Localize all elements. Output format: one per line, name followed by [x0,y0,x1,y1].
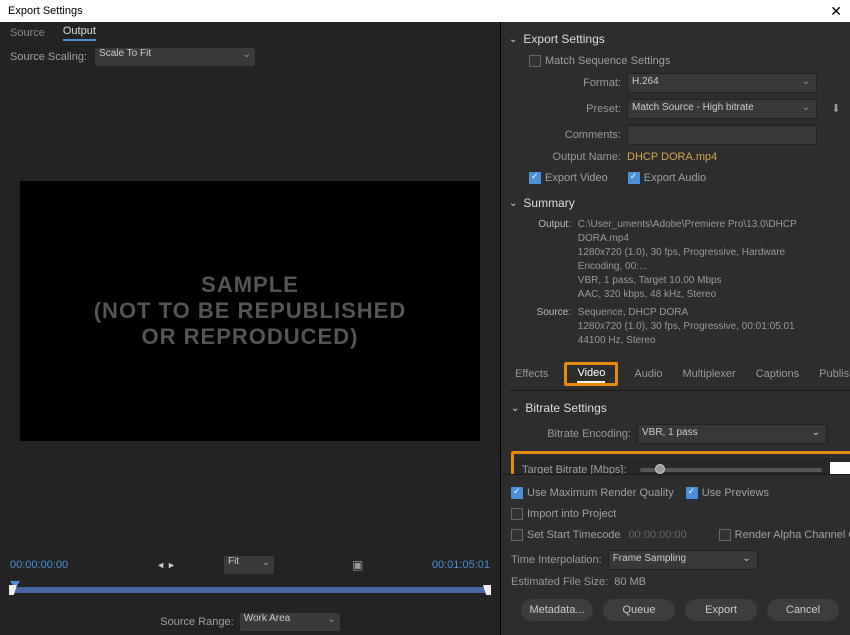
preset-dropdown[interactable]: Match Source - High bitrate [627,99,817,119]
source-range-label: Source Range: [160,616,233,628]
source-scaling-dropdown[interactable]: Scale To Fit [95,48,255,66]
close-icon[interactable]: ✕ [830,3,842,20]
tab-publish[interactable]: Publish [819,366,850,382]
format-label: Format: [529,77,621,89]
bitrate-encoding-dropdown[interactable]: VBR, 1 pass [637,424,827,444]
save-preset-icon[interactable]: ⬇ [829,102,843,116]
summary-output-value: C:\User_uments\Adobe\Premiere Pro\13.0\D… [578,218,798,302]
max-render-quality-checkbox[interactable] [511,487,523,499]
est-size-value: 80 MB [614,576,646,588]
tab-effects[interactable]: Effects [515,366,548,382]
set-start-tc-checkbox[interactable] [511,529,523,541]
output-name-label: Output Name: [529,151,621,163]
target-bitrate-label: Target Bitrate [Mbps]: [522,464,632,474]
target-bitrate-slider[interactable] [640,468,822,472]
set-start-tc-value: 00:00:00:00 [629,529,687,541]
summary-output-label: Output: [529,218,571,232]
use-previews-checkbox[interactable] [686,487,698,499]
time-interp-dropdown[interactable]: Frame Sampling [608,550,758,570]
preset-label: Preset: [529,103,621,115]
source-range-dropdown[interactable]: Work Area [240,613,340,631]
out-point-handle[interactable] [483,585,491,595]
in-point-handle[interactable] [9,585,17,595]
timecode-left[interactable]: 00:00:00:00 [10,559,68,571]
aspect-crop-icon[interactable]: ▣ [352,558,363,572]
summary-source-value: Sequence, DHCP DORA 1280x720 (1.0), 30 f… [578,306,798,348]
zoom-fit-dropdown[interactable]: Fit [224,556,274,574]
match-sequence-checkbox[interactable] [529,55,541,67]
cancel-button[interactable]: Cancel [767,599,839,621]
summary-source-label: Source: [529,306,571,320]
bitrate-encoding-label: Bitrate Encoding: [531,428,631,440]
timeline-slider[interactable] [10,587,490,593]
time-interp-label: Time Interpolation: [511,554,602,566]
next-frame-icon[interactable]: ► [167,560,176,570]
export-settings-header[interactable]: Export Settings [509,26,850,52]
output-name-link[interactable]: DHCP DORA.mp4 [627,151,717,163]
target-bitrate-input[interactable] [830,462,850,474]
export-button[interactable]: Export [685,599,757,621]
comments-label: Comments: [529,129,621,141]
est-size-label: Estimated File Size: [511,576,608,588]
timecode-right: 00:01:05:01 [432,559,490,571]
bitrate-settings-header[interactable]: Bitrate Settings [511,395,850,421]
tab-output[interactable]: Output [63,25,96,41]
tab-video[interactable]: Video [577,365,605,383]
import-project-checkbox[interactable] [511,508,523,520]
tab-captions[interactable]: Captions [756,366,799,382]
window-title: Export Settings [8,5,83,17]
match-sequence-label: Match Sequence Settings [545,55,670,67]
tab-audio[interactable]: Audio [634,366,662,382]
format-dropdown[interactable]: H.264 [627,73,817,93]
source-scaling-label: Source Scaling: [10,51,87,63]
metadata-button[interactable]: Metadata... [521,599,593,621]
window-titlebar: Export Settings ✕ [0,0,850,22]
export-audio-checkbox[interactable] [628,172,640,184]
render-alpha-checkbox[interactable] [719,529,731,541]
export-video-checkbox[interactable] [529,172,541,184]
queue-button[interactable]: Queue [603,599,675,621]
summary-header[interactable]: Summary [509,190,850,216]
comments-input[interactable] [627,125,817,145]
tab-multiplexer[interactable]: Multiplexer [683,366,736,382]
tab-source[interactable]: Source [10,27,45,39]
video-preview: SAMPLE (NOT TO BE REPUBLISHED OR REPRODU… [20,181,480,441]
prev-frame-icon[interactable]: ◄ [156,560,165,570]
slider-knob[interactable] [655,464,665,474]
